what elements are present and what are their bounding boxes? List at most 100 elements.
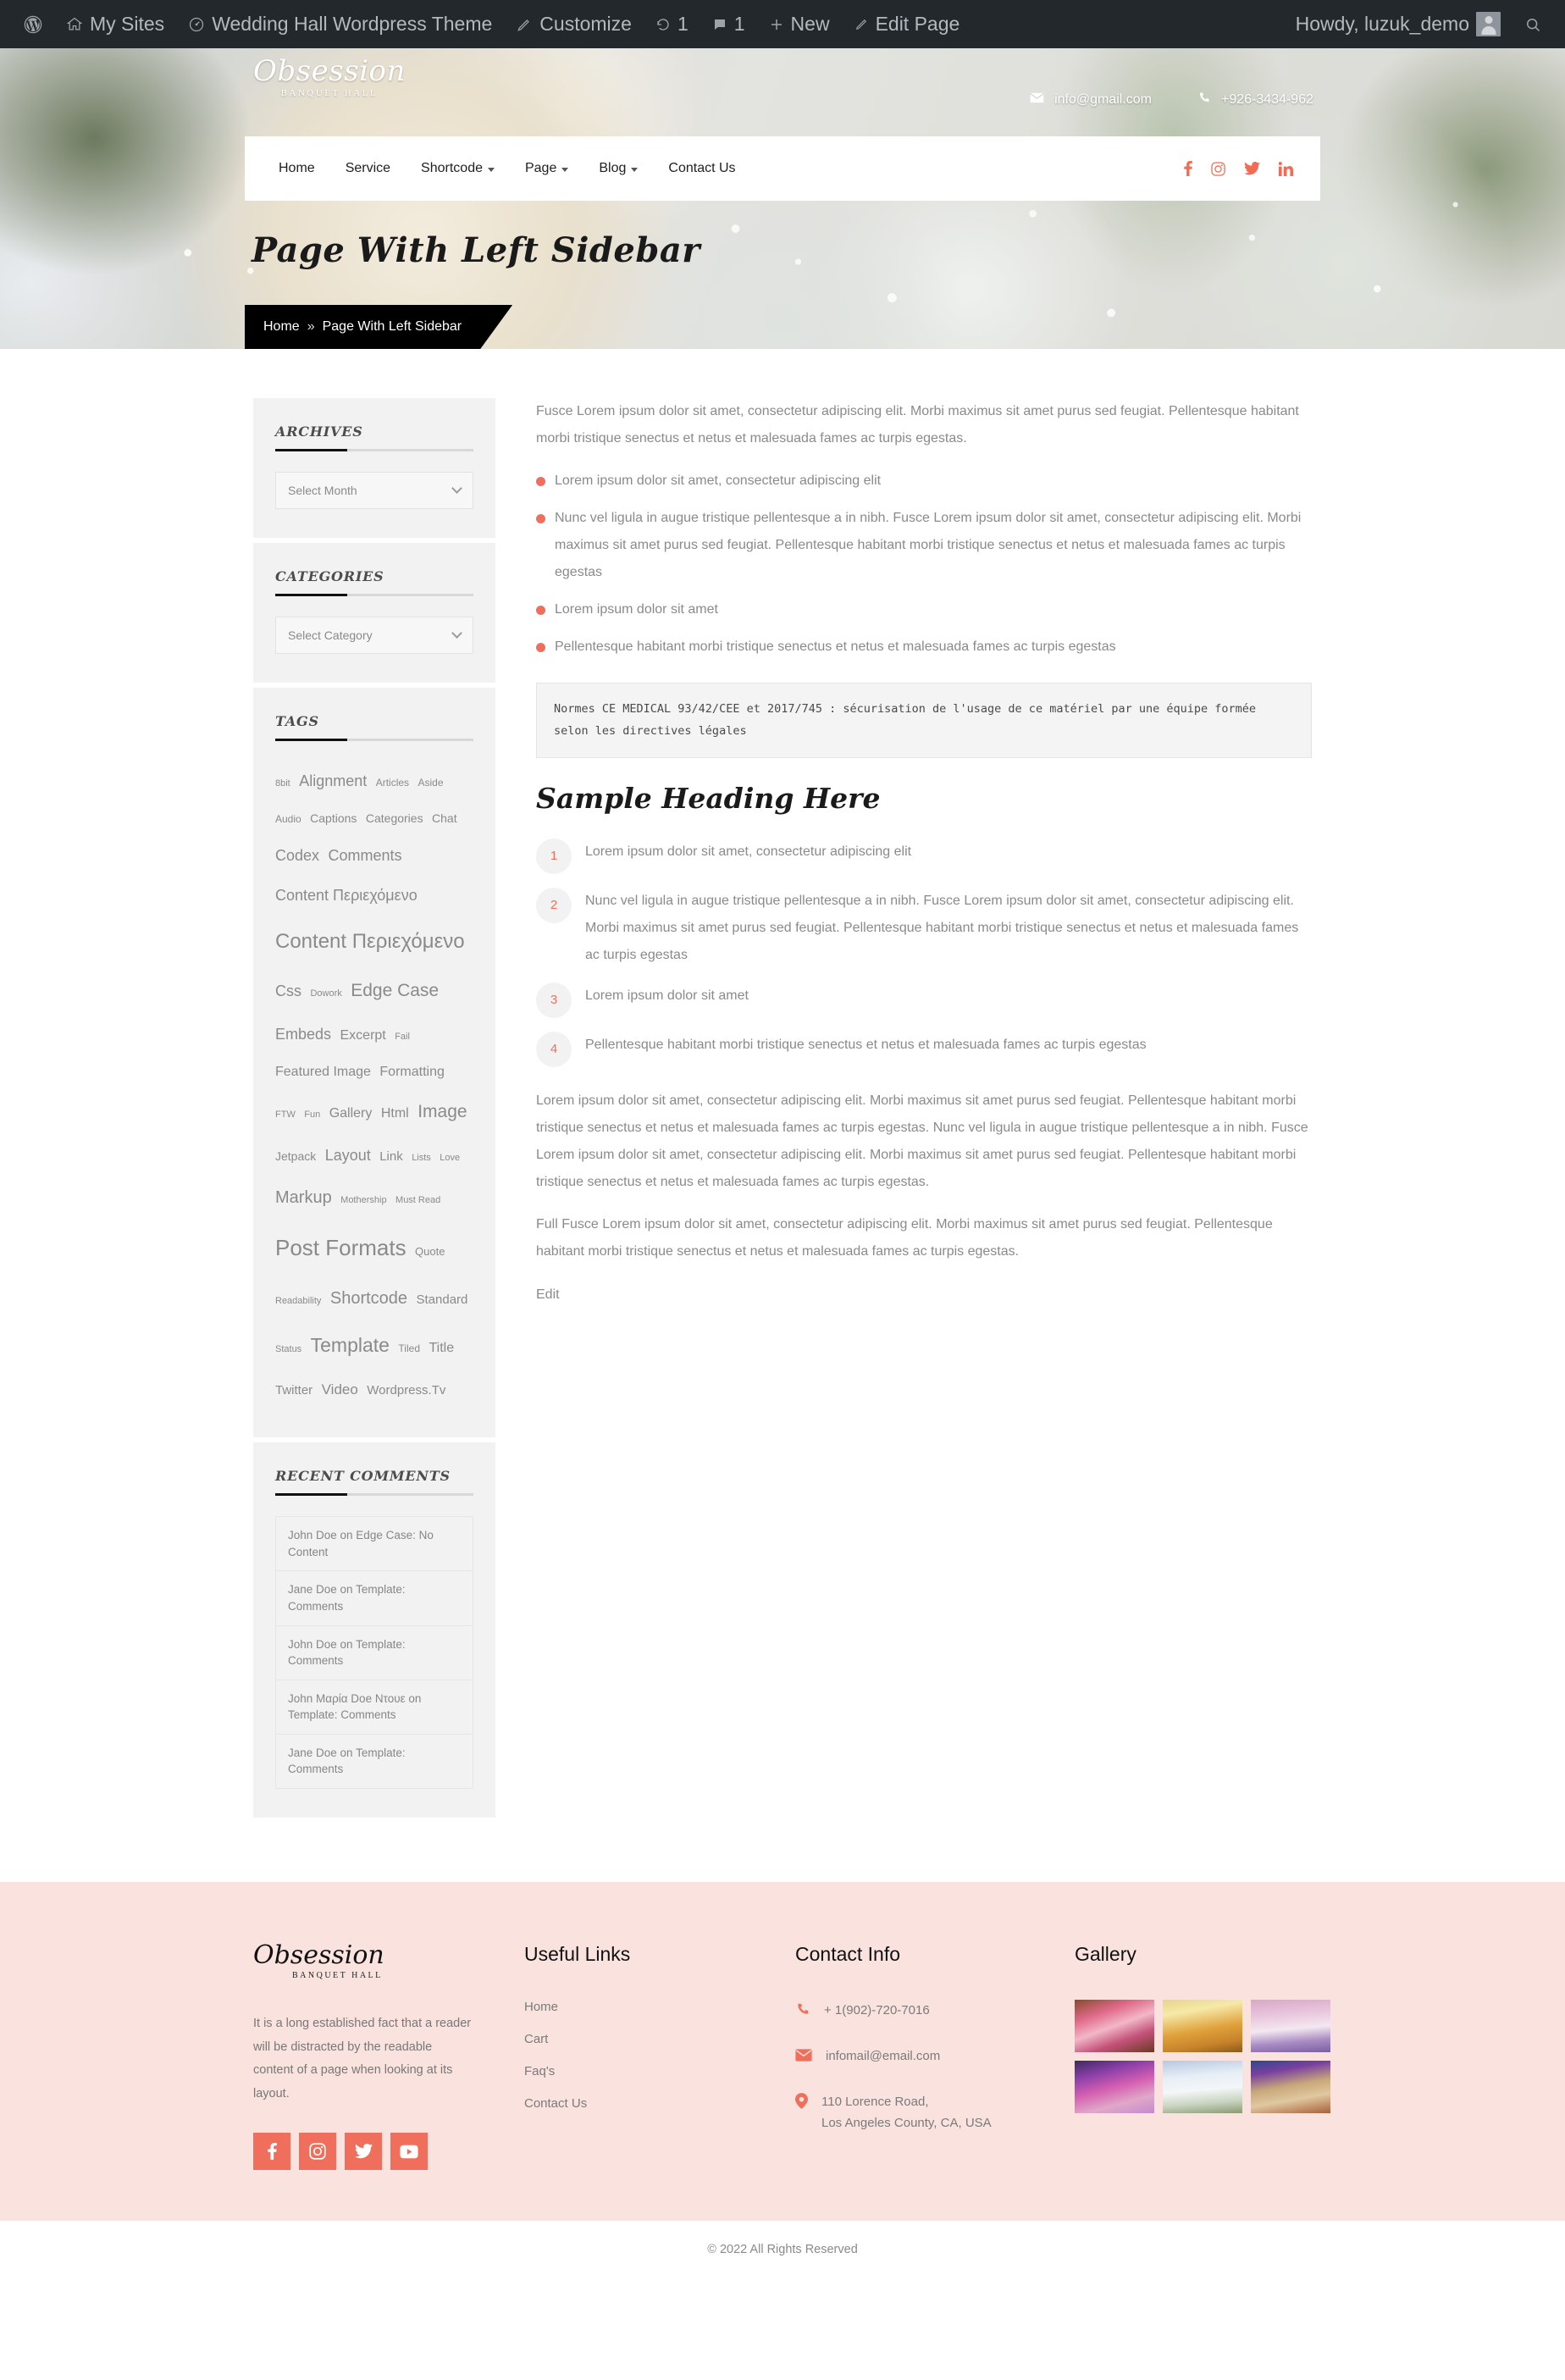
tag-link[interactable]: Content Περιεχόμενο [275, 887, 418, 904]
tag-link[interactable]: Layout [325, 1147, 371, 1164]
tag-link[interactable]: Link [379, 1149, 403, 1164]
gallery-thumbnail[interactable] [1075, 1999, 1154, 2052]
tag-link[interactable]: Formatting [379, 1065, 444, 1079]
footer-link[interactable]: Cart [524, 2032, 548, 2046]
tag-link[interactable]: Twitter [275, 1383, 312, 1398]
wordpress-logo-button[interactable] [12, 0, 54, 48]
menu-item-blog[interactable]: Blog [583, 161, 653, 176]
header-phone[interactable]: +926-3434-962 [1197, 91, 1313, 108]
site-logo[interactable]: Obsession Banquet Hall [253, 57, 406, 98]
admin-bar-item-new[interactable]: New [757, 0, 842, 48]
tag-link[interactable]: Excerpt [340, 1028, 386, 1043]
tag-link[interactable]: Shortcode [330, 1289, 407, 1308]
tag-link[interactable]: Categories [366, 811, 423, 825]
admin-bar-item-edit-page[interactable]: Edit Page [842, 0, 972, 48]
recent-comment-item[interactable]: John Doe on Template: Comments [276, 1626, 473, 1680]
footer-link[interactable]: Faq's [524, 2064, 555, 2078]
gallery-thumbnail[interactable] [1251, 1999, 1330, 2052]
tag-link[interactable]: Tiled [398, 1342, 420, 1354]
tag-link[interactable]: Fun [304, 1110, 320, 1120]
menu-item-shortcode[interactable]: Shortcode [406, 161, 510, 176]
tag-link[interactable]: Css [275, 982, 301, 999]
archives-select[interactable]: Select Month [275, 472, 473, 509]
menu-item-service[interactable]: Service [330, 161, 406, 176]
tag-link[interactable]: Codex [275, 847, 319, 864]
footer-link[interactable]: Contact Us [524, 2096, 587, 2111]
tag-link[interactable]: Quote [415, 1245, 445, 1258]
tag-link[interactable]: Dowork [310, 988, 341, 999]
gallery-thumbnail[interactable] [1075, 2060, 1154, 2113]
facebook-icon[interactable] [253, 2133, 290, 2171]
tag-link[interactable]: Markup [275, 1188, 332, 1207]
gallery-thumbnail[interactable] [1163, 1999, 1242, 2052]
tag-link[interactable]: Jetpack [275, 1149, 316, 1163]
tag-link[interactable]: Lists [412, 1153, 431, 1163]
footer-email[interactable]: infomail@email.com [795, 2045, 1075, 2069]
menu-item-label: Blog [599, 161, 627, 175]
tag-link[interactable]: 8bit [275, 778, 290, 789]
instagram-icon[interactable] [1211, 161, 1225, 176]
edit-post-link[interactable]: Edit [536, 1287, 560, 1303]
footer-phone[interactable]: + 1(902)-720-7016 [795, 2000, 1075, 2024]
tag-link[interactable]: Readability [275, 1296, 321, 1306]
tag-link[interactable]: Audio [275, 813, 301, 825]
gallery-thumbnail[interactable] [1251, 2060, 1330, 2113]
categories-select[interactable]: Select Category [275, 617, 473, 654]
tag-link[interactable]: Template [311, 1334, 390, 1356]
tag-link[interactable]: Must Read [395, 1195, 440, 1205]
tag-link[interactable]: Edge Case [351, 981, 439, 1000]
tag-link[interactable]: FTW [275, 1110, 296, 1120]
admin-bar-account-menu[interactable]: Howdy, luzuk_demo [1284, 0, 1512, 48]
twitter-icon[interactable] [345, 2133, 382, 2171]
tag-link[interactable]: Content Περιεχόμενο [275, 930, 465, 953]
tag-link[interactable]: Chat [432, 811, 457, 825]
menu-item-contact-us[interactable]: Contact Us [653, 161, 750, 176]
tag-link[interactable]: Video [322, 1381, 358, 1398]
admin-bar-item-site-name[interactable]: Wedding Hall Wordpress Theme [176, 0, 504, 48]
header-email[interactable]: info@gmail.com [1030, 91, 1152, 108]
recent-comment-item[interactable]: Jane Doe on Template: Comments [276, 1735, 473, 1789]
linkedin-icon[interactable] [1279, 161, 1293, 176]
instagram-icon[interactable] [299, 2133, 336, 2171]
tag-link[interactable]: Featured Image [275, 1065, 371, 1079]
tag-link[interactable]: Status [275, 1344, 301, 1354]
tag-link[interactable]: Wordpress.Tv [367, 1383, 445, 1398]
phone-icon [795, 2001, 810, 2024]
tag-link[interactable]: Html [381, 1106, 409, 1121]
tag-link[interactable]: Aside [418, 777, 444, 789]
facebook-icon[interactable] [1184, 161, 1192, 176]
tag-link[interactable]: Alignment [299, 772, 367, 789]
menu-item-home[interactable]: Home [272, 161, 330, 176]
tag-link[interactable]: Gallery [329, 1106, 373, 1121]
admin-bar-search-button[interactable] [1512, 0, 1553, 48]
tag-link[interactable]: Title [429, 1341, 454, 1355]
tag-link[interactable]: Mothership [340, 1195, 386, 1205]
tag-link[interactable]: Love [440, 1153, 460, 1163]
tag-link[interactable]: Post Formats [275, 1235, 406, 1260]
admin-bar-item-my-sites[interactable]: My Sites [54, 0, 176, 48]
admin-bar-item-comments[interactable]: 1 [700, 0, 757, 48]
twitter-icon[interactable] [1244, 162, 1260, 175]
tag-link[interactable]: Captions [310, 811, 357, 825]
recent-comment-item[interactable]: John Μαρία Doe Ντουε on Template: Commen… [276, 1680, 473, 1735]
tag-link[interactable]: Image [418, 1102, 467, 1121]
menu-item-page[interactable]: Page [510, 161, 583, 176]
tag-link[interactable]: Standard [417, 1292, 468, 1307]
tag-link[interactable]: Comments [328, 847, 401, 864]
tag-link[interactable]: Fail [395, 1032, 410, 1042]
tag-link[interactable]: Embeds [275, 1026, 331, 1043]
footer-link[interactable]: Home [524, 2000, 558, 2014]
admin-bar-item-revisions[interactable]: 1 [644, 0, 700, 48]
tag-link[interactable]: Articles [376, 777, 409, 789]
youtube-icon[interactable] [390, 2133, 428, 2171]
edit-pencil-icon [854, 17, 869, 32]
footer-logo[interactable]: Obsession Banquet Hall [253, 1942, 524, 1980]
recent-comment-item[interactable]: John Doe on Edge Case: No Content [276, 1517, 473, 1572]
admin-bar-item-customize[interactable]: Customize [504, 0, 644, 48]
gallery-thumbnail[interactable] [1163, 2060, 1242, 2113]
recent-comment-item[interactable]: Jane Doe on Template: Comments [276, 1571, 473, 1626]
numbered-list-item: 2 Nunc vel ligula in augue tristique pell… [536, 888, 1312, 969]
breadcrumb-link-home[interactable]: Home [263, 319, 300, 335]
plus-icon [769, 17, 784, 32]
intro-paragraph: Fusce Lorem ipsum dolor sit amet, consec… [536, 404, 1299, 446]
